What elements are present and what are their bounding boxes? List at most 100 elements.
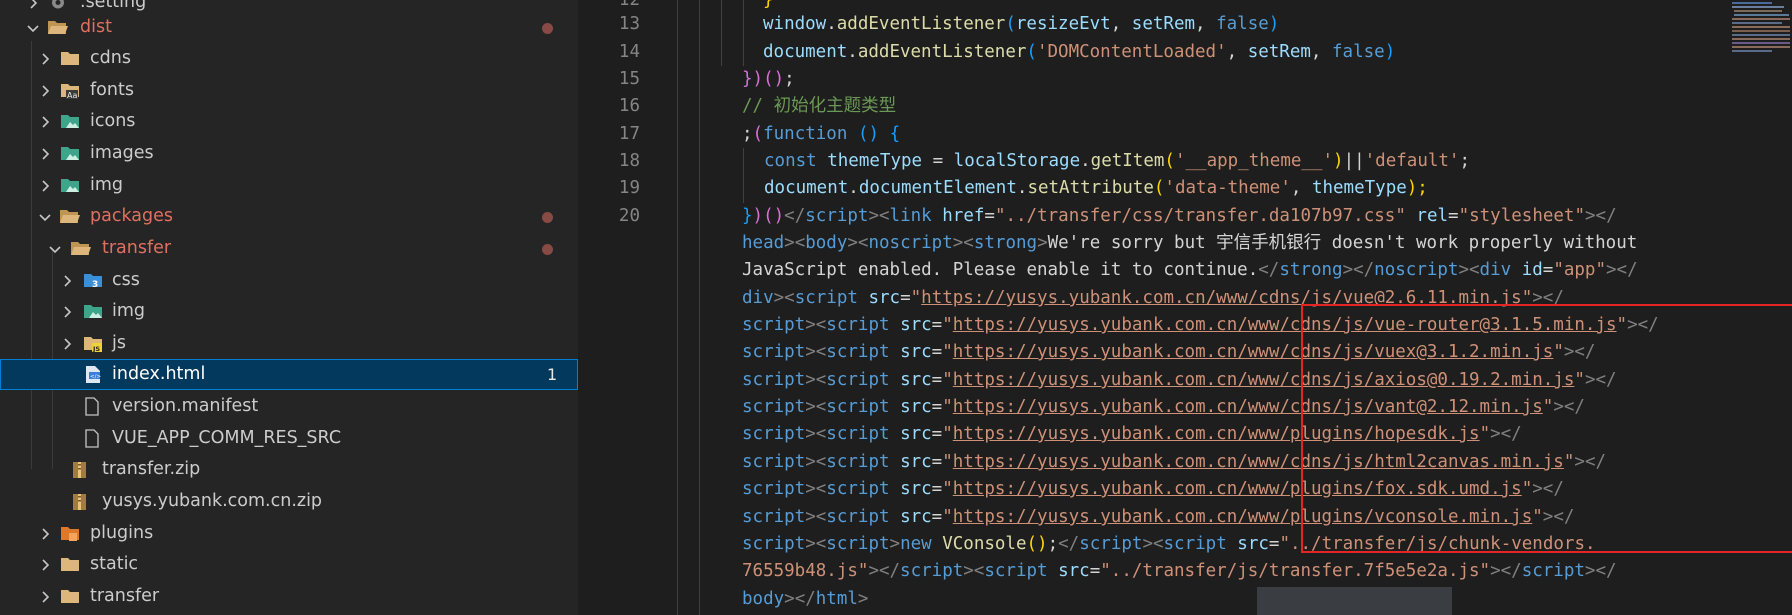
- js-folder-icon: JS: [83, 334, 103, 353]
- problems-badge: 1: [547, 365, 558, 384]
- minimap-line: [1732, 18, 1790, 20]
- chevron-right-icon: [36, 549, 54, 580]
- chevron-down-icon: [36, 201, 54, 232]
- minimap-line: [1732, 30, 1790, 32]
- tree-item-img[interactable]: img: [0, 296, 578, 327]
- minimap-line: [1732, 6, 1784, 8]
- zip-file-icon: [70, 492, 90, 511]
- tree-item-icons[interactable]: icons: [0, 106, 578, 137]
- image-folder-icon: [83, 302, 103, 321]
- code-line: document.documentElement.setAttribute('d…: [764, 178, 1428, 198]
- tree-item-label: img: [90, 175, 124, 195]
- tree-item-plugins[interactable]: plugins: [0, 518, 578, 549]
- tree-item-label: icons: [90, 111, 136, 131]
- tree-item-images[interactable]: images: [0, 138, 578, 169]
- svg-text:</>: </>: [90, 374, 101, 380]
- minimap[interactable]: [1728, 0, 1792, 58]
- minimap-line: [1732, 26, 1790, 28]
- tree-item-label: transfer: [90, 586, 160, 606]
- chevron-right-icon: [36, 518, 54, 549]
- chevron-down-icon: [46, 233, 64, 264]
- folder-open-icon: [47, 18, 68, 37]
- code-line: document.addEventListener('DOMContentLoa…: [763, 42, 1396, 62]
- tree-item-label: VUE_APP_COMM_RES_SRC: [112, 428, 342, 448]
- tree-item-transfer[interactable]: transfer: [0, 233, 578, 264]
- minimap-line: [1732, 42, 1790, 44]
- tree-item-index-html[interactable]: </> index.html 1: [0, 359, 578, 390]
- tree-item-label: plugins: [90, 523, 154, 543]
- code-line: head><body><noscript><strong>We're sorry…: [742, 233, 1638, 253]
- minimap-line: [1734, 10, 1782, 12]
- folder-icon: [60, 587, 80, 606]
- folder-icon: [60, 49, 80, 68]
- tree-item-label: img: [112, 301, 146, 321]
- zip-file-icon: [70, 460, 90, 479]
- tree-item-vue-app-comm-res-src[interactable]: VUE_APP_COMM_RES_SRC: [0, 423, 578, 454]
- tree-item-label: dist: [80, 17, 112, 37]
- folder-open-icon: [70, 239, 91, 258]
- image-folder-icon: [60, 176, 80, 195]
- tree-item-js[interactable]: JS js: [0, 328, 578, 359]
- tree-item-yusys-zip[interactable]: yusys.yubank.com.cn.zip: [0, 486, 578, 517]
- plugins-folder-icon: [60, 524, 80, 543]
- code-line: body></html>: [742, 589, 869, 609]
- code-line: window.addEventListener(resizeEvt, setRe…: [763, 14, 1280, 34]
- html-file-icon: </>: [83, 365, 103, 384]
- tree-item-label: transfer: [102, 238, 172, 258]
- code-line: })();: [742, 69, 795, 89]
- tree-item-label: fonts: [90, 80, 134, 100]
- tree-item-fonts[interactable]: Aa fonts: [0, 75, 578, 106]
- code-comment: // 初始化主题类型: [742, 96, 897, 116]
- tree-item-img[interactable]: img: [0, 170, 578, 201]
- chevron-right-icon: [36, 75, 54, 106]
- tree-item-packages[interactable]: packages: [0, 201, 578, 232]
- folder-open-icon: [59, 207, 80, 226]
- tree-item-dist[interactable]: dist: [0, 12, 578, 43]
- chevron-right-icon: [58, 328, 76, 359]
- modified-dot: [542, 244, 553, 255]
- chevron-right-icon: [36, 581, 54, 612]
- gear-icon: [48, 0, 68, 12]
- chevron-right-icon: [36, 170, 54, 201]
- minimap-line: [1732, 22, 1782, 24]
- tree-item-transfer-zip[interactable]: transfer.zip: [0, 454, 578, 485]
- tree-item-label: version.manifest: [112, 396, 259, 416]
- minimap-line: [1732, 46, 1790, 48]
- image-folder-icon: [60, 144, 80, 163]
- code-line: const themeType = localStorage.getItem('…: [764, 151, 1471, 171]
- tree-item-label: css: [112, 270, 140, 290]
- svg-text:3: 3: [92, 280, 98, 290]
- tree-item-css[interactable]: 3 css: [0, 265, 578, 296]
- chevron-right-icon: [58, 265, 76, 296]
- folder-icon: [60, 555, 80, 574]
- tree-item-label: cdns: [90, 48, 131, 68]
- explorer-sidebar: .setting dist cdns Aa fonts icons images…: [0, 0, 578, 615]
- minimap-line: [1734, 14, 1789, 16]
- tree-item-cdns[interactable]: cdns: [0, 43, 578, 74]
- modified-dot: [542, 23, 553, 34]
- minimap-line: [1732, 34, 1790, 36]
- file-icon: [82, 397, 102, 416]
- code-editor[interactable]: 12 13 14 15 16 17 18 19 20 } window.addE…: [578, 0, 1792, 615]
- font-folder-icon: Aa: [60, 81, 80, 100]
- tree-item-static[interactable]: static: [0, 549, 578, 580]
- tree-item-label: static: [90, 554, 139, 574]
- css-folder-icon: 3: [83, 271, 103, 290]
- tree-item-label: yusys.yubank.com.cn.zip: [102, 491, 323, 511]
- chevron-right-icon: [58, 296, 76, 327]
- minimap-line: [1732, 2, 1772, 4]
- minimap-line: [1732, 50, 1772, 52]
- tree-item-transfer[interactable]: transfer: [0, 581, 578, 612]
- tree-item-label: js: [112, 333, 126, 353]
- code-line: JavaScript enabled. Please enable it to …: [742, 260, 1638, 280]
- svg-text:JS: JS: [92, 345, 100, 353]
- tree-item-label: index.html: [112, 364, 206, 384]
- file-icon: [82, 429, 102, 448]
- chevron-right-icon: [36, 106, 54, 137]
- minimap-line: [1732, 38, 1790, 40]
- code-line: })()</script><link href="../transfer/css…: [742, 206, 1617, 226]
- chevron-right-icon: [36, 43, 54, 74]
- tree-item-version-manifest[interactable]: version.manifest: [0, 391, 578, 422]
- annotation-highlight-box: [1301, 304, 1792, 553]
- modified-dot: [542, 212, 553, 223]
